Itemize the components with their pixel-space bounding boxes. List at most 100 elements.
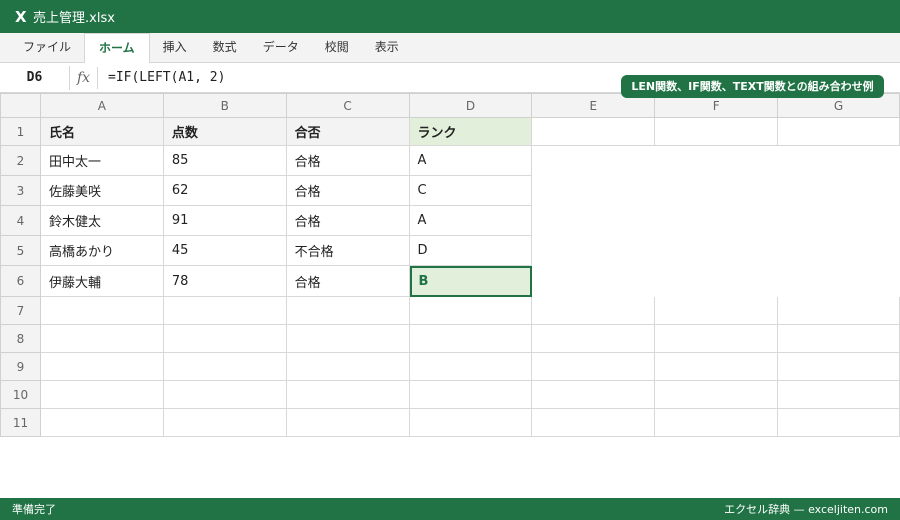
cell-g4[interactable] (778, 206, 900, 236)
cell-d4[interactable]: A (409, 206, 533, 236)
cell-e1[interactable] (532, 118, 656, 146)
row-header[interactable]: 11 (0, 409, 41, 437)
cell-g10[interactable] (778, 381, 900, 409)
cell-c5[interactable]: 不合格 (286, 236, 410, 266)
cell-e8[interactable] (532, 325, 656, 353)
fx-icon[interactable]: fx (70, 66, 98, 89)
cell-b1[interactable]: 点数 (163, 118, 287, 146)
row-header[interactable]: 8 (0, 325, 41, 353)
cell-a5[interactable]: 高橋あかり (40, 236, 164, 266)
cell-f9[interactable] (655, 353, 779, 381)
tab-file[interactable]: ファイル (10, 33, 84, 62)
row-header[interactable]: 5 (0, 236, 41, 266)
cell-a6[interactable]: 伊藤大輔 (40, 266, 164, 297)
cell-g3[interactable] (778, 176, 900, 206)
cell-f7[interactable] (655, 297, 779, 325)
cell-b9[interactable] (163, 353, 287, 381)
cell-c4[interactable]: 合格 (286, 206, 410, 236)
column-header-b[interactable]: B (163, 93, 287, 118)
cell-g6[interactable] (778, 266, 900, 297)
cell-c3[interactable]: 合格 (286, 176, 410, 206)
cell-g11[interactable] (778, 409, 900, 437)
row-header[interactable]: 7 (0, 297, 41, 325)
row-header[interactable]: 10 (0, 381, 41, 409)
cell-d2[interactable]: A (409, 146, 533, 176)
cell-d9[interactable] (409, 353, 533, 381)
select-all-corner[interactable] (0, 93, 41, 118)
cell-b2[interactable]: 85 (163, 146, 287, 176)
cell-a7[interactable] (40, 297, 164, 325)
cell-d3[interactable]: C (409, 176, 533, 206)
cell-c9[interactable] (286, 353, 410, 381)
cell-b7[interactable] (163, 297, 287, 325)
cell-c10[interactable] (286, 381, 410, 409)
row-header[interactable]: 9 (0, 353, 41, 381)
cell-a1[interactable]: 氏名 (40, 118, 164, 146)
tab-home[interactable]: ホーム (84, 33, 150, 63)
cell-c11[interactable] (286, 409, 410, 437)
tab-data[interactable]: データ (250, 33, 312, 62)
cell-d5[interactable]: D (409, 236, 533, 266)
row-header[interactable]: 2 (0, 146, 41, 176)
tab-review[interactable]: 校閲 (312, 33, 362, 62)
cell-e5[interactable] (532, 236, 655, 266)
cell-g8[interactable] (778, 325, 900, 353)
tab-formulas[interactable]: 数式 (200, 33, 250, 62)
tab-view[interactable]: 表示 (362, 33, 412, 62)
cell-f8[interactable] (655, 325, 779, 353)
cell-f11[interactable] (655, 409, 779, 437)
cell-a3[interactable]: 佐藤美咲 (40, 176, 164, 206)
cell-e2[interactable] (532, 146, 655, 176)
cell-f6[interactable] (655, 266, 778, 297)
cell-b8[interactable] (163, 325, 287, 353)
column-header-c[interactable]: C (286, 93, 410, 118)
column-header-d[interactable]: D (409, 93, 533, 118)
cell-f2[interactable] (655, 146, 778, 176)
cell-d10[interactable] (409, 381, 533, 409)
cell-f4[interactable] (655, 206, 778, 236)
cell-b3[interactable]: 62 (163, 176, 287, 206)
name-box[interactable]: D6 (0, 65, 70, 90)
cell-f10[interactable] (655, 381, 779, 409)
cell-g5[interactable] (778, 236, 900, 266)
cell-a11[interactable] (40, 409, 164, 437)
selected-cell-d6[interactable]: B (409, 266, 533, 297)
cell-b4[interactable]: 91 (163, 206, 287, 236)
cell-e9[interactable] (532, 353, 656, 381)
cell-e11[interactable] (532, 409, 656, 437)
cell-g1[interactable] (778, 118, 900, 146)
cell-d11[interactable] (409, 409, 533, 437)
cell-a4[interactable]: 鈴木健太 (40, 206, 164, 236)
cell-g2[interactable] (778, 146, 900, 176)
cell-c7[interactable] (286, 297, 410, 325)
cell-e3[interactable] (532, 176, 655, 206)
cell-c6[interactable]: 合格 (286, 266, 410, 297)
row-header[interactable]: 1 (0, 118, 41, 146)
cell-d7[interactable] (409, 297, 533, 325)
cell-f3[interactable] (655, 176, 778, 206)
cell-g9[interactable] (778, 353, 900, 381)
cell-a9[interactable] (40, 353, 164, 381)
cell-d1[interactable]: ランク (409, 118, 533, 146)
row-header[interactable]: 6 (0, 266, 41, 297)
cell-a10[interactable] (40, 381, 164, 409)
cell-f5[interactable] (655, 236, 778, 266)
cell-c8[interactable] (286, 325, 410, 353)
cell-d8[interactable] (409, 325, 533, 353)
cell-b11[interactable] (163, 409, 287, 437)
cell-a2[interactable]: 田中太一 (40, 146, 164, 176)
cell-e10[interactable] (532, 381, 656, 409)
formula-input[interactable]: =IF(LEFT(A1, 2) (108, 70, 225, 85)
cell-e7[interactable] (532, 297, 656, 325)
column-header-a[interactable]: A (40, 93, 164, 118)
cell-c2[interactable]: 合格 (286, 146, 410, 176)
cell-b5[interactable]: 45 (163, 236, 287, 266)
cell-f1[interactable] (655, 118, 779, 146)
cell-b6[interactable]: 78 (163, 266, 287, 297)
cell-e6[interactable] (532, 266, 655, 297)
cell-e4[interactable] (532, 206, 655, 236)
tab-insert[interactable]: 挿入 (150, 33, 200, 62)
row-header[interactable]: 3 (0, 176, 41, 206)
cell-c1[interactable]: 合否 (286, 118, 410, 146)
row-header[interactable]: 4 (0, 206, 41, 236)
